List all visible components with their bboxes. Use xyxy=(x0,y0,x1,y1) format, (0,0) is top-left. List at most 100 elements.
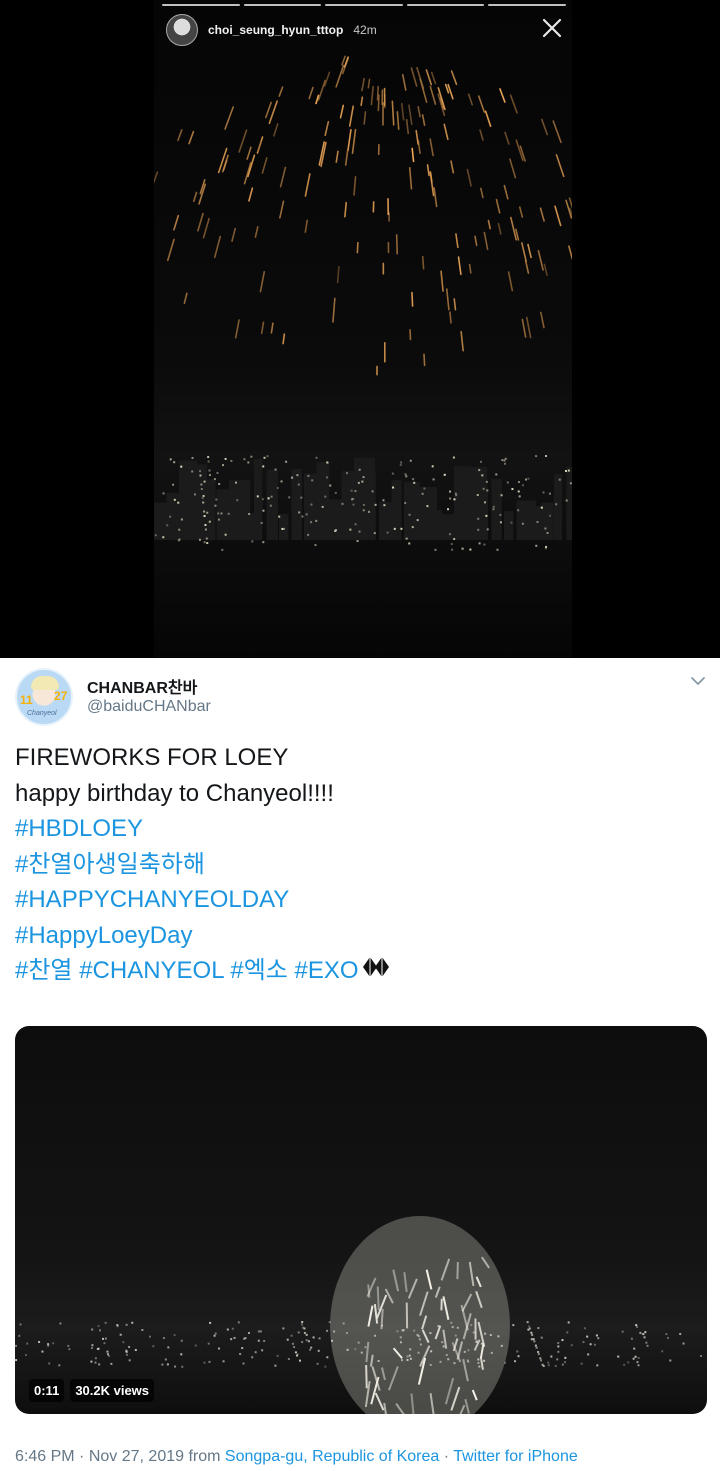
city-light xyxy=(106,1350,109,1353)
firework-spark xyxy=(429,138,434,157)
firework-spark xyxy=(279,166,287,188)
video-player[interactable]: 0:11 30.2K views xyxy=(15,1026,707,1414)
user-handle[interactable]: @baiduCHANbar xyxy=(87,698,211,716)
city-light xyxy=(162,492,165,495)
city-light xyxy=(565,499,568,502)
city-light xyxy=(131,1321,134,1324)
hashtag-link[interactable]: #엑소 xyxy=(230,957,288,984)
city-light xyxy=(191,456,194,459)
city-light xyxy=(492,505,495,508)
city-light xyxy=(535,1346,538,1349)
city-light xyxy=(342,1322,345,1325)
city-light xyxy=(148,1335,151,1338)
city-light xyxy=(463,1350,466,1353)
display-name[interactable]: CHANBAR찬바 xyxy=(87,674,197,698)
hashtag-link[interactable]: #CHANYEOL xyxy=(79,957,224,984)
city-light xyxy=(110,1362,113,1365)
hashtag-link[interactable]: #찬열 xyxy=(15,957,73,984)
city-light xyxy=(532,1338,535,1341)
firework-spark xyxy=(411,291,414,307)
hashtag-link[interactable]: #HappyLoeyDay xyxy=(15,922,192,949)
city-light xyxy=(392,486,395,489)
firework-spark xyxy=(504,131,510,145)
city-light xyxy=(161,1363,164,1366)
skyline-building xyxy=(554,474,563,540)
city-light xyxy=(267,497,270,500)
hashtag-link[interactable]: #찬열아생일축하해 xyxy=(15,851,205,878)
city-light xyxy=(371,490,374,493)
firework-spark xyxy=(166,238,175,262)
tweet-text-line: #찬열 #CHANYEOL #엑소 #EXO xyxy=(15,953,705,989)
city-light xyxy=(479,460,482,463)
city-light xyxy=(191,470,194,473)
city-light xyxy=(396,1330,399,1333)
skyline-building xyxy=(429,509,443,540)
tweet-text-span: happy birthday to Chanyeol!!!! xyxy=(15,779,334,807)
city-light xyxy=(364,1346,367,1349)
city-light xyxy=(453,1362,456,1365)
hashtag-link[interactable]: #HAPPYCHANYEOLDAY xyxy=(15,886,289,913)
city-light xyxy=(632,1357,635,1360)
firework-spark xyxy=(246,146,252,160)
hashtag-link[interactable]: #HBDLOEY xyxy=(15,815,143,842)
city-light xyxy=(208,1360,211,1363)
city-light xyxy=(173,1334,176,1337)
firework-spark xyxy=(430,71,437,85)
city-light xyxy=(52,1342,55,1345)
firework-spark xyxy=(332,297,336,323)
story-username[interactable]: choi_seung_hyun_tttop xyxy=(208,23,343,37)
tweet-date[interactable]: Nov 27, 2019 xyxy=(89,1448,184,1465)
skyline-building xyxy=(504,511,514,540)
skyline-building xyxy=(366,470,376,540)
city-light xyxy=(209,1321,212,1324)
video-overlay: 0:11 30.2K views xyxy=(29,1379,155,1402)
city-light xyxy=(400,1359,403,1362)
source-link[interactable]: Twitter for iPhone xyxy=(453,1448,578,1465)
firework-spark xyxy=(405,118,410,135)
firework-spark xyxy=(304,173,311,197)
firework-spark xyxy=(279,200,285,219)
city-light xyxy=(441,1341,444,1344)
city-light xyxy=(484,1332,487,1335)
city-light xyxy=(202,494,205,497)
city-light xyxy=(98,1329,101,1332)
avatar[interactable]: 11 27 Chanyeol xyxy=(15,668,73,726)
city-light xyxy=(227,512,230,515)
tweet-time[interactable]: 6:46 PM xyxy=(15,1448,75,1465)
close-icon[interactable] xyxy=(538,14,566,42)
city-light xyxy=(409,1348,412,1351)
city-light xyxy=(595,1334,598,1337)
location-link[interactable]: Songpa-gu, Republic of Korea xyxy=(225,1448,439,1465)
city-light xyxy=(500,1344,503,1347)
city-light xyxy=(499,513,502,516)
city-light xyxy=(311,479,314,482)
city-light xyxy=(404,501,407,504)
skyline-building xyxy=(204,479,216,540)
city-light xyxy=(477,517,480,520)
chevron-down-icon[interactable] xyxy=(689,674,707,688)
city-light xyxy=(514,1360,517,1363)
city-light xyxy=(368,510,371,513)
city-light xyxy=(634,1355,637,1358)
firework-spark xyxy=(457,256,462,276)
hashtag-link[interactable]: #EXO xyxy=(295,957,359,984)
city-light xyxy=(461,547,464,550)
firework-spark xyxy=(261,157,268,174)
city-light xyxy=(98,1363,101,1366)
city-light xyxy=(218,482,221,485)
city-light xyxy=(646,1344,649,1347)
city-light xyxy=(169,458,172,461)
city-light xyxy=(669,1359,672,1362)
city-light xyxy=(682,1342,685,1345)
city-light xyxy=(224,457,227,460)
exo-hashflag-icon xyxy=(361,954,391,990)
firework-spark xyxy=(408,166,413,190)
city-light xyxy=(350,489,353,492)
city-light xyxy=(518,495,521,498)
profile-avatar[interactable] xyxy=(166,14,198,46)
firework-spark xyxy=(367,78,371,89)
city-light xyxy=(400,461,403,464)
skyline-building xyxy=(441,514,456,540)
city-light xyxy=(162,536,165,539)
city-light xyxy=(555,503,558,506)
